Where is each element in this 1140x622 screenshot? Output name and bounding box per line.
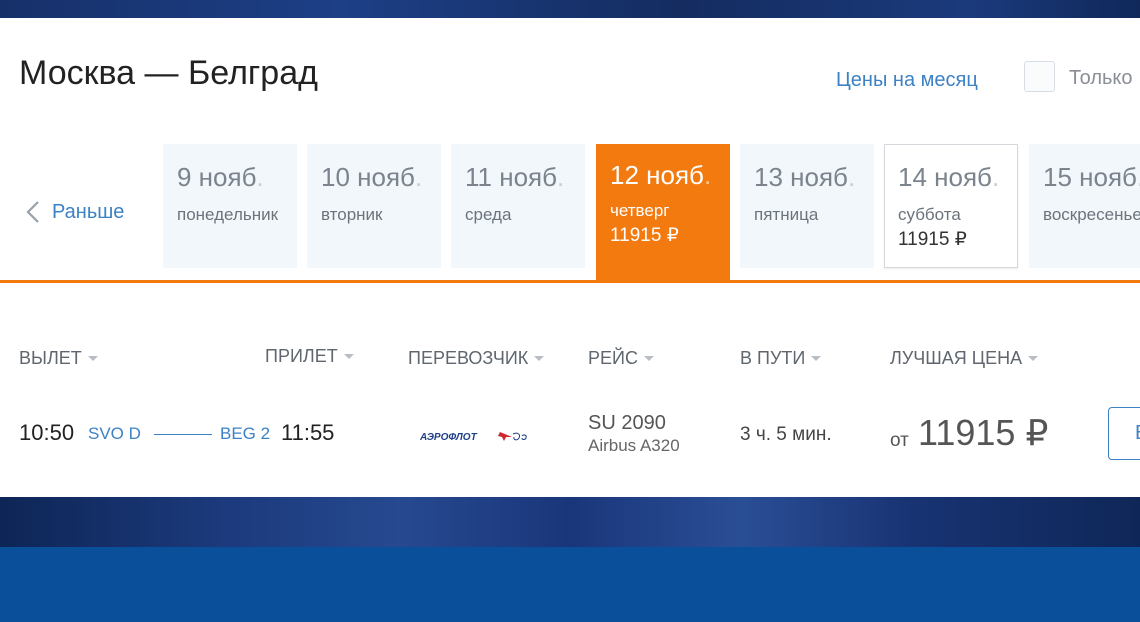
date-tab-nov-11[interactable]: 11 нояб. среда — [451, 144, 585, 268]
sort-caret-icon — [534, 356, 545, 361]
background-bottom — [0, 547, 1140, 622]
search-results-card: Москва — Белград Цены на месяц Только Ра… — [0, 18, 1140, 497]
background-top — [0, 0, 1140, 18]
sort-duration-header[interactable]: В ПУТИ — [740, 348, 822, 369]
date-tab-weekday: суббота — [898, 205, 961, 224]
sort-caret-icon — [811, 356, 822, 361]
column-label: ЛУЧШАЯ ЦЕНА — [890, 348, 1023, 368]
date-tab-weekday: четверг — [610, 201, 670, 220]
sort-arrival-header[interactable]: ПРИЛЕТ — [265, 346, 354, 367]
date-tab-date: 13 нояб. — [754, 162, 856, 192]
date-tab-date: 11 нояб. — [465, 162, 565, 192]
sort-departure-header[interactable]: ВЫЛЕТ — [19, 348, 98, 369]
price-prefix: от — [890, 430, 909, 451]
date-tab-price: 11915 ₽ — [898, 229, 967, 250]
aeroflot-logo: АЭРОФЛОТ — [420, 432, 527, 443]
column-label: ПРИЛЕТ — [265, 346, 338, 366]
sort-price-header[interactable]: ЛУЧШАЯ ЦЕНА — [890, 348, 1039, 369]
column-label: ПЕРЕВОЗЧИК — [408, 348, 529, 368]
earlier-dates-label: Раньше — [52, 200, 125, 223]
departure-time: 10:50 — [19, 420, 75, 445]
date-tab-weekday: вторник — [321, 205, 383, 224]
svg-text:АЭРОФЛОТ: АЭРОФЛОТ — [420, 432, 478, 443]
date-tab-weekday: понедельник — [177, 205, 279, 224]
month-prices-link[interactable]: Цены на месяц — [836, 69, 978, 92]
departure-airport: SVO D — [88, 424, 141, 443]
sort-carrier-header[interactable]: ПЕРЕВОЗЧИК — [408, 348, 545, 369]
date-tab-date: 10 нояб. — [321, 162, 423, 192]
date-tab-date: 12 нояб. — [610, 160, 712, 190]
date-tab-nov-15[interactable]: 15 нояб. воскресенье — [1029, 144, 1140, 268]
arrival-time: 11:55 — [281, 420, 335, 445]
buy-button[interactable]: В — [1108, 407, 1140, 460]
background-band — [0, 497, 1140, 547]
column-label: В ПУТИ — [740, 348, 806, 368]
route-line — [154, 434, 212, 435]
date-tab-date: 15 нояб. — [1043, 162, 1140, 192]
column-label: ВЫЛЕТ — [19, 348, 82, 368]
flight-number: SU 2090 — [588, 412, 666, 434]
sort-caret-icon — [87, 356, 98, 361]
earlier-dates-button[interactable]: Раньше — [22, 199, 124, 225]
date-tab-nov-9[interactable]: 9 нояб. понедельник — [163, 144, 297, 268]
date-tab-date: 14 нояб. — [898, 162, 1000, 192]
date-tab-nov-12-selected[interactable]: 12 нояб. четверг 11915 ₽ — [596, 144, 730, 282]
column-label: РЕЙС — [588, 348, 638, 368]
date-tab-nov-13[interactable]: 13 нояб. пятница — [740, 144, 874, 268]
best-price: 11915 ₽ — [918, 412, 1049, 453]
sort-caret-icon — [643, 356, 654, 361]
date-tab-weekday: среда — [465, 205, 512, 224]
date-tab-weekday: пятница — [754, 205, 819, 224]
page-title: Москва — Белград — [19, 54, 318, 92]
date-tab-weekday: воскресенье — [1043, 205, 1140, 224]
chevron-left-icon — [26, 201, 39, 223]
only-checkbox-label: Только — [1069, 67, 1133, 89]
date-tab-price: 11915 ₽ — [610, 225, 679, 246]
only-checkbox[interactable] — [1024, 61, 1055, 92]
aircraft-type: Airbus A320 — [588, 436, 680, 455]
sort-caret-icon — [343, 354, 354, 359]
sort-flight-header[interactable]: РЕЙС — [588, 348, 654, 369]
date-tab-nov-10[interactable]: 10 нояб. вторник — [307, 144, 441, 268]
sort-caret-icon — [1028, 356, 1039, 361]
date-nav-underline — [0, 280, 1140, 283]
arrival-airport: BEG 2 — [220, 424, 271, 443]
date-tab-date: 9 нояб. — [177, 162, 264, 192]
date-tab-nov-14[interactable]: 14 нояб. суббота 11915 ₽ — [884, 144, 1018, 268]
flight-duration: 3 ч. 5 мин. — [740, 424, 832, 445]
